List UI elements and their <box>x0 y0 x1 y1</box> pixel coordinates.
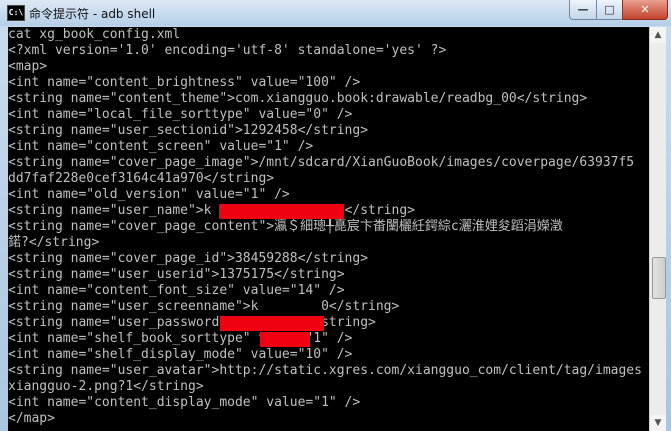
console-line: <int name="content_screen" value="1" /> <box>8 139 314 154</box>
console-line: <int name="shelf_display_mode" value="10… <box>8 347 353 362</box>
console-line: <string name="user_screenname">k 0</stri… <box>8 299 400 314</box>
console-line: </map> <box>8 411 55 426</box>
console-line: cat xg_book_config.xml <box>8 27 181 42</box>
vertical-scrollbar[interactable]: ▲ ▼ <box>649 27 666 431</box>
console-line: <string name="cover_page_id">38459288</s… <box>8 251 369 266</box>
console-line: <string name="user_avatar">http://static… <box>8 363 642 378</box>
console-line: <string name="user_userid">1375175</stri… <box>8 267 345 282</box>
console-line: <string name="cover_page_image">/mnt/sdc… <box>8 155 635 170</box>
scroll-up-icon[interactable]: ▲ <box>650 27 666 43</box>
redaction-user-screenname <box>220 316 324 331</box>
console-line: <string name="content_theme">com.xianggu… <box>8 91 588 106</box>
console-line: <string name="cover_page_content">瀛＄細璁╀嗭… <box>8 219 563 234</box>
scrollbar-thumb[interactable] <box>652 257 666 299</box>
redaction-user-password <box>260 332 310 347</box>
console-line: <int name="local_file_sorttype" value="0… <box>8 107 353 122</box>
console-line: <string name="user_name">k .com</string> <box>8 203 415 218</box>
console-line: <string name="user_sectionid">1292458</s… <box>8 123 369 138</box>
console-line: <int name="content_brightness" value="10… <box>8 75 361 90</box>
minimize-button[interactable]: — <box>569 0 597 20</box>
console-line: <int name="content_font_size" value="14"… <box>8 283 345 298</box>
window-title: 命令提示符 - adb shell <box>29 7 156 21</box>
console-line: <int name="old_version" value="1" /> <box>8 187 290 202</box>
title-bar[interactable]: C:\ 命令提示符 - adb shell — □ ✕ <box>0 0 671 26</box>
console-line: dd7faf228e0cef3164c41a970</string> <box>8 171 275 186</box>
console-line: <int name="content_display_mode" value="… <box>8 395 361 410</box>
command-prompt-window: C:\ 命令提示符 - adb shell — □ ✕ cat xg_book_… <box>0 0 671 431</box>
console-app-icon[interactable]: C:\ <box>7 5 25 21</box>
scroll-down-icon[interactable]: ▼ <box>650 415 666 431</box>
redaction-user-name <box>219 204 344 219</box>
console-line: <?xml version='1.0' encoding='utf-8' sta… <box>8 43 447 58</box>
console-output[interactable]: cat xg_book_config.xml <?xml version='1.… <box>8 27 649 431</box>
console-line: <map> <box>8 59 48 74</box>
console-line: 鍩?</string> <box>8 235 100 250</box>
maximize-button[interactable]: □ <box>596 0 623 20</box>
close-button[interactable]: ✕ <box>622 0 668 20</box>
console-line: xiangguo-2.png?1</string> <box>8 379 204 394</box>
